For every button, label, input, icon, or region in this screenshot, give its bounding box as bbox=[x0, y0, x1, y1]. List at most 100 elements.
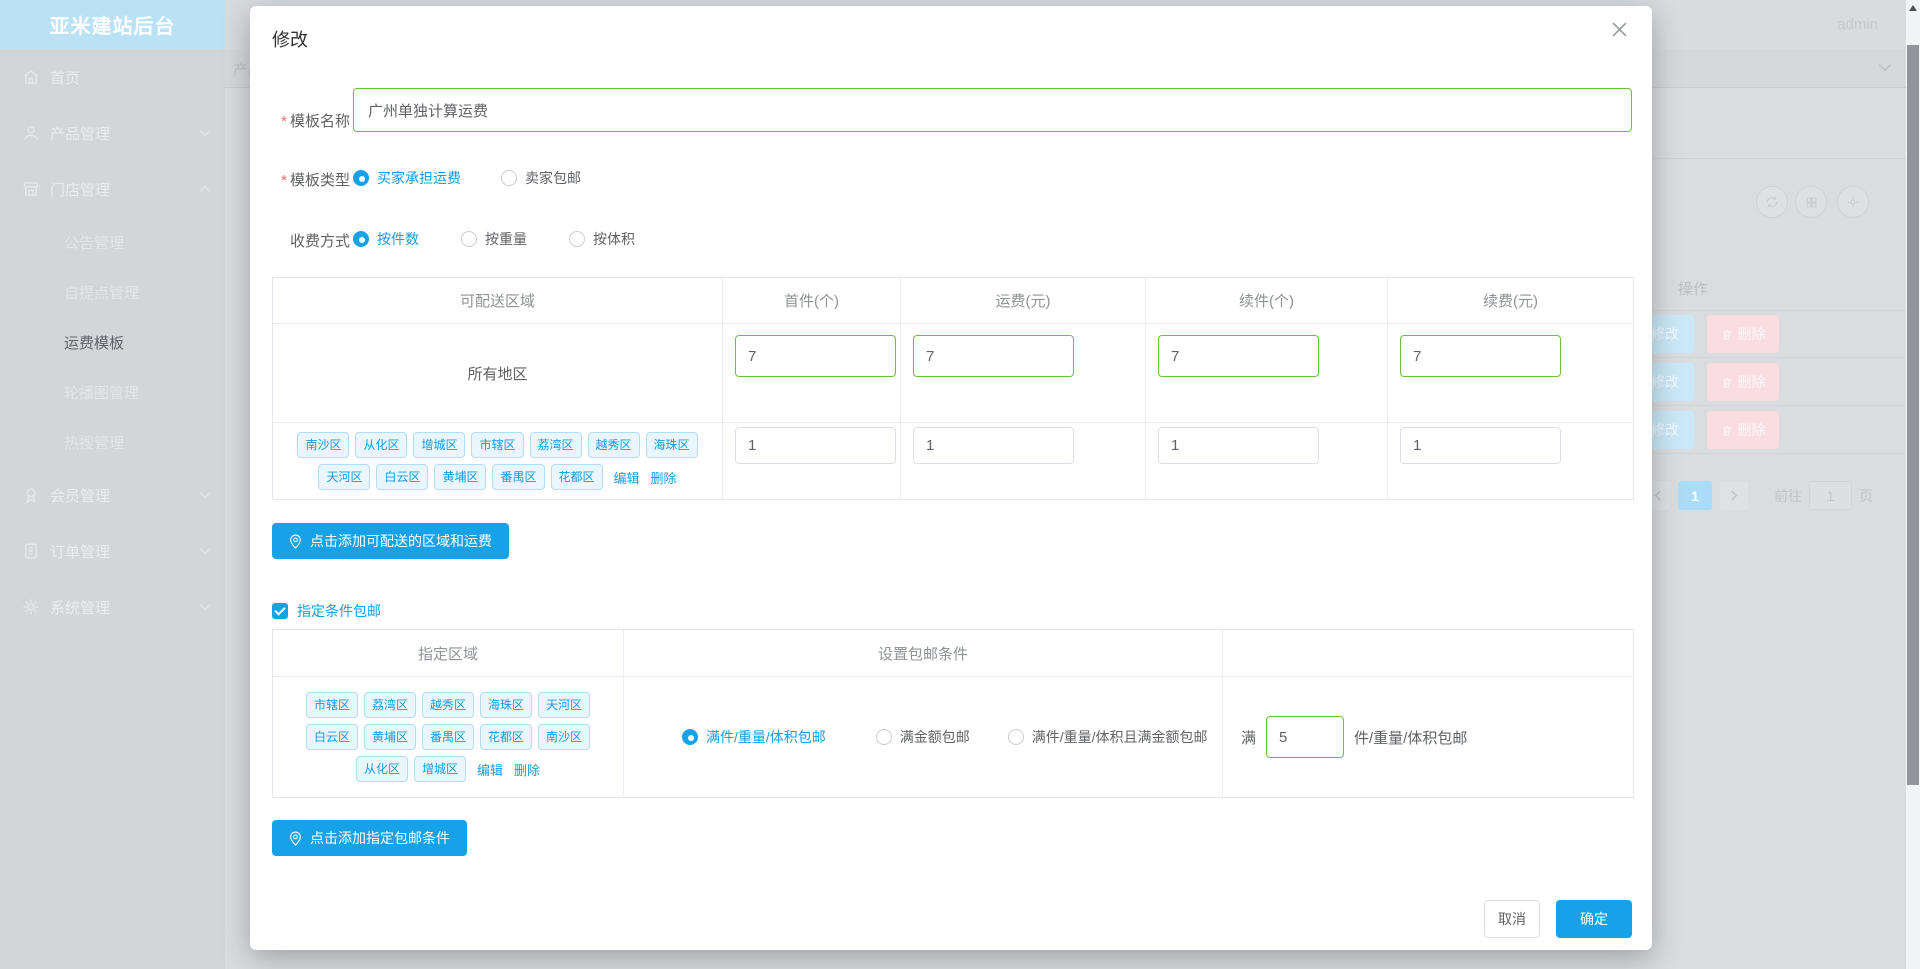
conditional-free-shipping-label[interactable]: 指定条件包邮 bbox=[297, 601, 381, 621]
scrollbar-thumb[interactable] bbox=[1907, 45, 1919, 785]
radio-by-quantity-and-amount-free[interactable] bbox=[1007, 729, 1024, 745]
toolbar-settings-icon[interactable] bbox=[1837, 186, 1869, 218]
member-badge-icon bbox=[22, 486, 40, 504]
table-cell bbox=[901, 423, 1146, 499]
threshold-input[interactable] bbox=[1266, 716, 1345, 758]
region-tag: 越秀区 bbox=[421, 692, 474, 718]
sidebar-item-products[interactable]: 产品管理 bbox=[0, 105, 225, 161]
conditional-free-shipping-row: 指定条件包邮 bbox=[272, 601, 381, 621]
region-tag: 市辖区 bbox=[471, 432, 524, 458]
first-qty-input[interactable] bbox=[735, 427, 896, 464]
radio-by-volume[interactable] bbox=[569, 231, 585, 247]
radio-by-weight[interactable] bbox=[461, 231, 477, 247]
charge-method-radio-group: 按件数 按重量 按体积 bbox=[353, 225, 635, 253]
pagination-goto-input[interactable] bbox=[1809, 481, 1852, 510]
label-text: 模板名称 bbox=[289, 113, 350, 130]
radio-label[interactable]: 按重量 bbox=[485, 229, 527, 249]
sidebar-item-home[interactable]: 首页 bbox=[0, 49, 225, 105]
delete-button[interactable]: 删除 bbox=[1707, 363, 1779, 401]
radio-label[interactable]: 卖家包邮 bbox=[525, 168, 581, 188]
radio-label[interactable]: 按体积 bbox=[593, 229, 635, 249]
designated-region-tags-cell: 市辖区 荔湾区 越秀区 海珠区 天河区 白云区 黄埔区 番禺区 花都区 南沙区 从化区 增城区 编… bbox=[273, 677, 624, 797]
sidebar-item-shipping-templates[interactable]: 运费模板 bbox=[0, 317, 225, 367]
delete-button[interactable]: 删除 bbox=[1707, 411, 1779, 449]
admin-user-label[interactable]: admin bbox=[1837, 16, 1878, 33]
sidebar-item-label: 产品管理 bbox=[50, 125, 111, 143]
sidebar-item-orders[interactable]: 订单管理 bbox=[0, 523, 225, 579]
sidebar-item-announcements[interactable]: 公告管理 bbox=[0, 217, 225, 267]
chevron-down-icon[interactable] bbox=[1878, 63, 1892, 72]
table-cell bbox=[723, 423, 901, 499]
trash-icon bbox=[1722, 329, 1731, 339]
column-header: 可配送区域 bbox=[273, 278, 723, 324]
radio-buyer-pays[interactable] bbox=[353, 170, 369, 186]
toolbar-grid-icon[interactable] bbox=[1795, 186, 1827, 218]
next-fee-input[interactable] bbox=[1400, 335, 1561, 377]
sidebar-brand: 亚米建站后台 bbox=[0, 0, 225, 49]
region-tag: 越秀区 bbox=[587, 432, 640, 458]
add-condition-button[interactable]: 点击添加指定包邮条件 bbox=[272, 820, 467, 856]
region-tag: 南沙区 bbox=[538, 724, 591, 750]
sidebar-item-members[interactable]: 会员管理 bbox=[0, 467, 225, 523]
tag-line: 南沙区 从化区 增城区 市辖区 荔湾区 越秀区 海珠区 bbox=[297, 432, 698, 458]
sidebar-item-system[interactable]: 系统管理 bbox=[0, 579, 225, 635]
pagination-goto-label: 前往 bbox=[1774, 487, 1802, 504]
sidebar-item-pickup-points[interactable]: 自提点管理 bbox=[0, 267, 225, 317]
region-tag: 海珠区 bbox=[480, 692, 533, 718]
chevron-down-icon bbox=[199, 547, 211, 555]
radio-by-amount-free[interactable] bbox=[875, 729, 892, 745]
sidebar-item-store[interactable]: 门店管理 bbox=[0, 161, 225, 217]
scrollbar-up-arrow-icon[interactable] bbox=[1909, 5, 1917, 11]
radio-by-quantity-free[interactable] bbox=[682, 729, 698, 745]
next-qty-input[interactable] bbox=[1158, 427, 1319, 464]
radio-label[interactable]: 按件数 bbox=[377, 229, 419, 249]
vertical-scrollbar[interactable] bbox=[1906, 0, 1920, 969]
sidebar-item-carousel[interactable]: 轮播图管理 bbox=[0, 367, 225, 417]
region-tag: 天河区 bbox=[318, 464, 371, 490]
page: 亚米建站后台 首页 产品管理 门店管理 公告管理 自提点管理 运费模板 轮播图管… bbox=[0, 0, 1920, 969]
table-cell bbox=[1146, 324, 1388, 423]
label-text: 收费方式 bbox=[289, 233, 350, 250]
edit-regions-link[interactable]: 编辑 bbox=[477, 760, 503, 779]
radio-label[interactable]: 满件/重量/体积且满金额包邮 bbox=[1032, 727, 1208, 747]
sidebar-item-label: 首页 bbox=[50, 69, 81, 87]
radio-label[interactable]: 买家承担运费 bbox=[377, 168, 461, 188]
next-fee-input[interactable] bbox=[1400, 427, 1561, 464]
threshold-cell: 满 件/重量/体积包邮 bbox=[1223, 677, 1633, 797]
delete-button[interactable]: 删除 bbox=[1707, 315, 1779, 353]
pagination-next-button[interactable] bbox=[1720, 481, 1748, 510]
delete-regions-link[interactable]: 删除 bbox=[651, 468, 677, 487]
free-shipping-table: 指定区域 设置包邮条件 市辖区 荔湾区 越秀区 海珠区 天河区 白云区 黄埔区 番禺区 花都区… bbox=[272, 629, 1634, 798]
first-fee-input[interactable] bbox=[913, 335, 1074, 377]
next-qty-input[interactable] bbox=[1158, 335, 1319, 377]
first-fee-input[interactable] bbox=[913, 427, 1074, 464]
template-name-input[interactable] bbox=[353, 88, 1632, 132]
radio-label[interactable]: 满件/重量/体积包邮 bbox=[706, 727, 826, 747]
tag-line: 从化区 增城区 编辑 删除 bbox=[355, 756, 540, 782]
confirm-button[interactable]: 确定 bbox=[1556, 900, 1632, 938]
first-qty-input[interactable] bbox=[735, 335, 896, 377]
content-divider bbox=[1652, 158, 1906, 159]
cancel-button[interactable]: 取消 bbox=[1484, 900, 1540, 938]
trash-icon bbox=[1722, 425, 1731, 435]
region-tag: 海珠区 bbox=[645, 432, 698, 458]
radio-by-piece[interactable] bbox=[353, 231, 369, 247]
toolbar-refresh-icon[interactable] bbox=[1756, 186, 1788, 218]
region-tag: 从化区 bbox=[355, 756, 408, 782]
close-icon[interactable] bbox=[1612, 22, 1634, 44]
checkbox-icon[interactable] bbox=[272, 603, 288, 619]
radio-label[interactable]: 满金额包邮 bbox=[900, 727, 970, 747]
edit-regions-link[interactable]: 编辑 bbox=[614, 468, 640, 487]
label-text: 模板类型 bbox=[289, 172, 350, 189]
delete-regions-link[interactable]: 删除 bbox=[514, 760, 540, 779]
table-row-divider bbox=[1652, 453, 1906, 454]
table-cell bbox=[1388, 324, 1633, 423]
region-tag: 白云区 bbox=[305, 724, 358, 750]
region-tag: 白云区 bbox=[376, 464, 429, 490]
required-mark: * bbox=[281, 172, 287, 189]
table-column-actions: 操作 bbox=[1678, 281, 1709, 298]
radio-seller-free[interactable] bbox=[501, 170, 517, 186]
pagination-current-page[interactable]: 1 bbox=[1678, 481, 1712, 510]
add-region-button[interactable]: 点击添加可配送的区域和运费 bbox=[272, 523, 509, 559]
sidebar-item-hot-search[interactable]: 热搜管理 bbox=[0, 417, 225, 467]
